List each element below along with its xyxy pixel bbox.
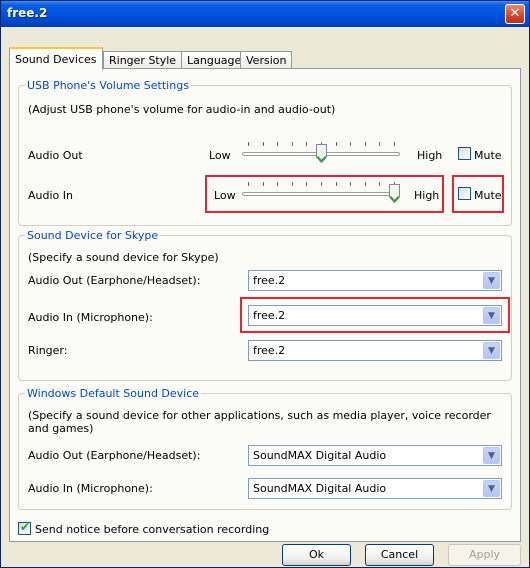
tab-version[interactable]: Version [240,51,293,69]
audio-in-slider-tick [350,182,351,186]
skype-audio-out-label: Audio Out (Earphone/Headset): [28,274,201,287]
audio-out-mute-label: Mute [474,149,502,162]
audio-out-high-label: High [417,149,443,162]
audio-out-slider-thumb[interactable] [316,144,327,164]
usb-volume-description: (Adjust USB phone's volume for audio-in … [28,103,336,116]
audio-in-slider-tick [365,182,366,186]
usb-volume-legend: USB Phone's Volume Settings [27,79,189,92]
audio-in-slider-track[interactable] [242,192,400,196]
close-button[interactable]: ✕ [505,4,525,24]
audio-out-slider-tick [263,142,264,146]
skype-audio-in-select[interactable]: free.2 ▼ [248,305,502,326]
send-notice-label: Send notice before conversation recordin… [35,523,270,536]
skype-audio-out-select[interactable]: free.2 ▼ [248,270,502,291]
skype-device-legend: Sound Device for Skype [27,229,159,242]
audio-in-slider-tick [321,182,322,186]
audio-in-mute-label: Mute [474,189,502,202]
cancel-button[interactable]: Cancel [365,544,434,566]
windows-device-legend: Windows Default Sound Device [27,387,200,400]
chevron-down-icon[interactable]: ▼ [483,480,500,497]
close-icon: ✕ [509,6,521,21]
audio-out-slider[interactable] [242,139,400,169]
audio-in-high-label: High [414,189,440,202]
tab-panel-sound-devices: USB Phone's Volume Settings (Adjust USB … [9,68,521,542]
audio-out-slider-tick [350,142,351,146]
audio-out-mute-checkbox[interactable] [458,147,471,160]
audio-in-slider-tick [306,182,307,186]
audio-out-slider-tick [394,142,395,146]
audio-in-slider-tick [263,182,264,186]
ok-button[interactable]: Ok [282,544,351,566]
skype-ringer-label: Ringer: [28,344,68,357]
audio-in-slider-thumb[interactable] [389,184,400,204]
windows-device-description: (Specify a sound device for other applic… [28,409,491,435]
audio-out-slider-tick [292,142,293,146]
window-title: free.2 [7,6,48,20]
audio-in-slider-tick [248,182,249,186]
tab-sound-devices[interactable]: Sound Devices [9,47,103,70]
audio-in-slider-tick [379,182,380,186]
chevron-down-icon[interactable]: ▼ [483,447,500,464]
audio-in-slider-tick [292,182,293,186]
windows-audio-in-select[interactable]: SoundMAX Digital Audio ▼ [248,478,502,499]
audio-in-slider[interactable] [242,179,400,209]
audio-out-slider-tick [365,142,366,146]
dialog-window: free.2 ✕ Sound Devices Ringer Style Lang… [0,0,530,568]
skype-device-description: (Specify a sound device for Skype) [28,251,219,264]
tab-language[interactable]: Language [181,51,248,69]
chevron-down-icon[interactable]: ▼ [483,307,500,324]
chevron-down-icon[interactable]: ▼ [483,342,500,359]
audio-in-slider-tick [336,182,337,186]
audio-out-slider-tick [306,142,307,146]
audio-out-low-label: Low [209,149,231,162]
skype-audio-in-label: Audio In (Microphone): [28,311,153,324]
apply-button[interactable]: Apply [448,544,521,566]
tab-ringer-style[interactable]: Ringer Style [103,51,183,69]
skype-ringer-select[interactable]: free.2 ▼ [248,340,502,361]
send-notice-checkbox[interactable] [18,520,31,535]
audio-in-label: Audio In [28,189,73,202]
audio-out-slider-tick [336,142,337,146]
audio-in-slider-tick [277,182,278,186]
chevron-down-icon[interactable]: ▼ [483,272,500,289]
audio-out-slider-tick [379,142,380,146]
audio-out-slider-tick [277,142,278,146]
windows-audio-out-select[interactable]: SoundMAX Digital Audio ▼ [248,445,502,466]
audio-out-slider-tick [248,142,249,146]
audio-in-low-label: Low [214,189,236,202]
windows-audio-in-label: Audio In (Microphone): [28,482,153,495]
windows-audio-out-label: Audio Out (Earphone/Headset): [28,449,201,462]
title-bar[interactable]: free.2 ✕ [1,1,529,27]
audio-in-mute-checkbox[interactable] [458,187,471,200]
audio-out-label: Audio Out [28,149,83,162]
